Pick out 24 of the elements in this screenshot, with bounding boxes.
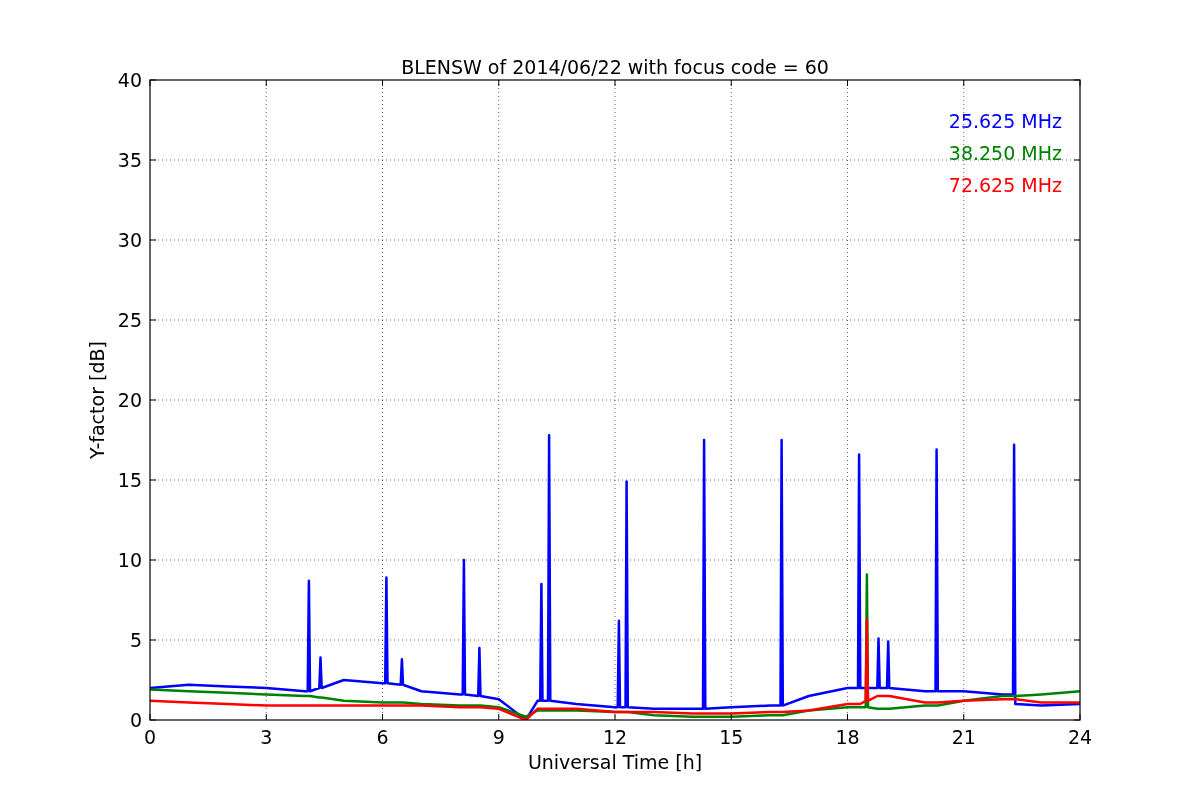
- x-axis-label: Universal Time [h]: [527, 751, 703, 773]
- tick-label: 0: [129, 709, 142, 731]
- tick-label: 24: [1067, 726, 1093, 748]
- tick-label: 25: [117, 309, 142, 331]
- tick-label: 15: [117, 469, 142, 491]
- tick-label: 40: [117, 69, 142, 91]
- tick-label: 20: [117, 389, 142, 411]
- tick-label: 3: [260, 726, 273, 748]
- tick-label: 0: [143, 726, 157, 748]
- legend-label: 72.625 MHz: [948, 174, 1062, 196]
- tick-label: 30: [117, 229, 142, 251]
- legend-label: 25.625 MHz: [948, 110, 1062, 132]
- tick-label: 15: [719, 726, 744, 748]
- tick-label: 5: [129, 629, 142, 651]
- tick-label: 12: [602, 726, 628, 748]
- tick-label: 35: [117, 149, 142, 171]
- tick-label: 10: [117, 549, 142, 571]
- legend-label: 38.250 MHz: [948, 142, 1062, 164]
- tick-label: 9: [492, 726, 505, 748]
- chart-title: BLENSW of 2014/06/22 with focus code = 60: [401, 56, 829, 78]
- y-axis-label: Y-factor [dB]: [86, 341, 108, 459]
- tick-label: 21: [951, 726, 976, 748]
- tick-label: 6: [376, 726, 389, 748]
- tick-label: 18: [835, 726, 860, 748]
